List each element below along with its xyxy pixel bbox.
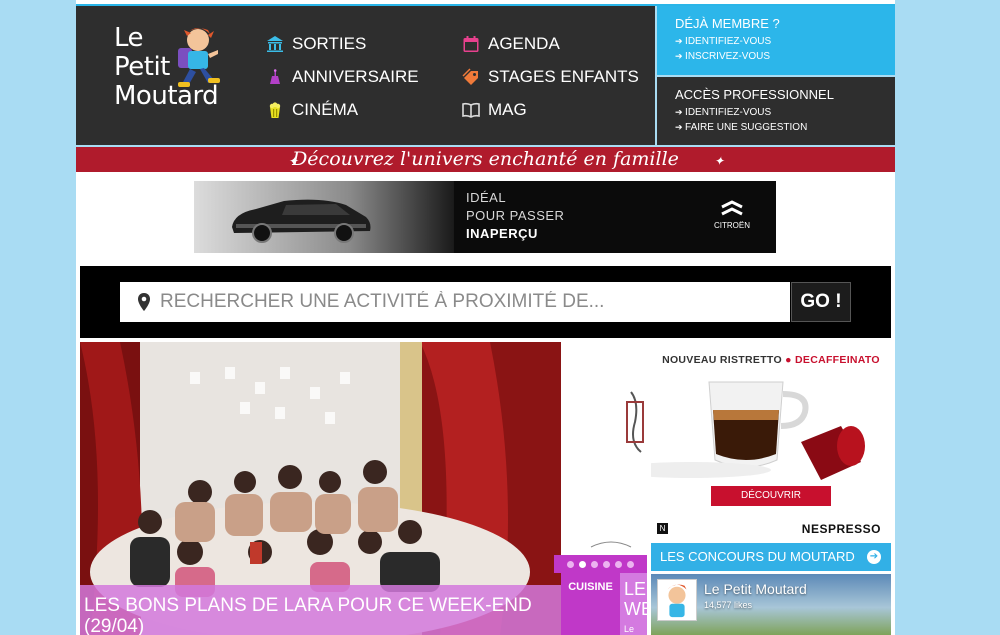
nav-stages-enfants[interactable]: STAGES ENFANTS: [462, 67, 639, 87]
pro-suggest-link[interactable]: FAIRE UNE SUGGESTION: [675, 120, 877, 135]
facebook-likes: 14,577 likes: [704, 600, 753, 610]
slider-dot[interactable]: [615, 560, 622, 568]
sparkle-icon: ✦: [714, 154, 725, 168]
nav-stages-label: STAGES ENFANTS: [488, 67, 639, 86]
coffee-cup-image: [651, 381, 865, 480]
pro-login-link[interactable]: IDENTIFIEZ-VOUS: [675, 105, 877, 120]
book-icon: [462, 102, 480, 118]
pro-title: ACCÈS PROFESSIONNEL: [675, 87, 834, 102]
nav-mag-label: MAG: [488, 100, 527, 119]
car-image: [232, 199, 371, 243]
slider-dot[interactable]: [603, 560, 610, 568]
ad-brand-name: CITROËN: [714, 221, 750, 230]
next-slide-caption: LE WE Le M: [620, 573, 647, 635]
nav-anniversaire-label: ANNIVERSAIRE: [292, 67, 419, 86]
nav-sorties-label: SORTIES: [292, 34, 367, 53]
museum-icon: [267, 36, 283, 52]
tag-icon: [462, 68, 478, 85]
slider-dot-active[interactable]: [579, 560, 586, 568]
ad-choice-icon: N: [657, 523, 668, 534]
nav-agenda-label: AGENDA: [488, 34, 560, 53]
sparkle-icon: ✦: [288, 154, 299, 168]
slide-caption: LES BONS PLANS DE LARA POUR CE WEEK-END …: [80, 585, 561, 635]
popcorn-icon: [269, 102, 281, 118]
cake-icon: [270, 69, 280, 84]
arrow-right-icon: ➔: [867, 550, 881, 564]
category-tab[interactable]: CUISINE: [561, 573, 620, 635]
ad-headline: IDÉAL POUR PASSER INAPERÇU: [466, 189, 564, 243]
tagline-banner: ✦ Découvrez l'univers enchanté en famill…: [76, 147, 895, 172]
tagline-text: Découvrez l'univers enchanté en famille: [292, 148, 679, 170]
concours-link[interactable]: LES CONCOURS DU MOUTARD ➔: [651, 543, 891, 571]
nav-cinema-label: CINÉMA: [292, 100, 359, 119]
facebook-avatar: [657, 579, 697, 621]
location-pin-icon: [138, 293, 150, 311]
ad-line-1: IDÉAL: [466, 190, 507, 205]
nespresso-ad[interactable]: NOUVEAU RISTRETTO ● DECAFFEINATO DÉCOUVR…: [651, 342, 891, 540]
member-signup-link[interactable]: INSCRIVEZ-VOUS: [675, 49, 877, 64]
slider-dot[interactable]: [627, 560, 634, 568]
search-box: [120, 282, 790, 322]
member-title: DÉJÀ MEMBRE ?: [675, 16, 780, 31]
nav-mag[interactable]: MAG: [462, 100, 527, 120]
member-login-link[interactable]: IDENTIFIEZ-VOUS: [675, 34, 877, 49]
nav-cinema[interactable]: CINÉMA: [266, 100, 358, 120]
ad-line-2: POUR PASSER: [466, 208, 565, 223]
slider-dots: [554, 555, 647, 573]
citroen-logo: CITROËN: [714, 199, 750, 230]
search-input[interactable]: [160, 282, 780, 322]
citroen-ad-banner[interactable]: IDÉAL POUR PASSER INAPERÇU CITROËN: [194, 181, 776, 253]
next-caption-sub: Le M: [624, 624, 635, 634]
nav-anniversaire[interactable]: ANNIVERSAIRE: [266, 67, 419, 87]
chevron-logo-icon: [721, 200, 743, 216]
search-go-button[interactable]: GO !: [791, 282, 851, 322]
member-box: DÉJÀ MEMBRE ? IDENTIFIEZ-VOUS INSCRIVEZ-…: [657, 6, 895, 75]
ad-line-3: INAPERÇU: [466, 226, 538, 241]
search-bar: GO !: [80, 266, 891, 338]
slider-dot[interactable]: [567, 560, 574, 568]
calendar-icon: [463, 36, 479, 52]
discover-button[interactable]: DÉCOUVRIR: [711, 486, 831, 506]
concours-label: LES CONCOURS DU MOUTARD: [660, 549, 855, 564]
next-caption-text: LE WE: [624, 579, 647, 619]
nav-agenda[interactable]: AGENDA: [462, 34, 560, 54]
featured-slide[interactable]: LES BONS PLANS DE LARA POUR CE WEEK-END …: [80, 342, 561, 635]
site-header: Le Petit Moutard SORTIES ANNIVERSAIRE CI…: [76, 6, 655, 145]
facebook-page-name[interactable]: Le Petit Moutard: [704, 581, 807, 597]
nav-sorties[interactable]: SORTIES: [266, 34, 366, 54]
mascot-icon: [178, 28, 220, 87]
pro-box: ACCÈS PROFESSIONNEL IDENTIFIEZ-VOUS FAIR…: [657, 77, 895, 145]
slider-dot[interactable]: [591, 560, 598, 568]
facebook-widget[interactable]: Le Petit Moutard 14,577 likes: [651, 574, 891, 635]
nespresso-logo: NESPRESSO: [801, 522, 881, 536]
